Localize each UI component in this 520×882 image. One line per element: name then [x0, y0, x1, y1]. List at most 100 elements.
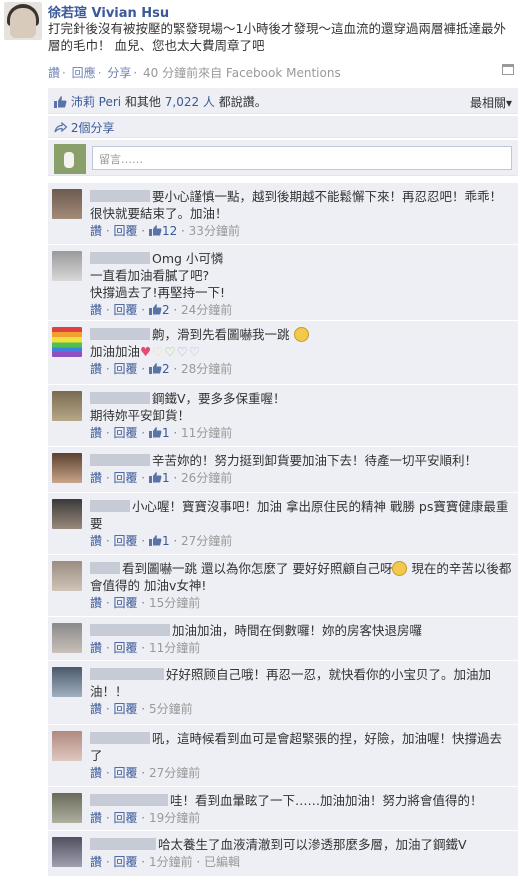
commenter-avatar[interactable]	[52, 453, 82, 483]
commenter-avatar[interactable]	[52, 561, 82, 591]
shares-count[interactable]: 2個分享	[71, 121, 115, 135]
commenter-name[interactable]	[90, 190, 150, 202]
comment-like-count[interactable]: 1	[162, 534, 170, 548]
comment-like-link[interactable]: 讚	[90, 534, 102, 548]
shares-row[interactable]: 2個分享	[48, 116, 518, 138]
commenter-name[interactable]	[90, 500, 130, 512]
likes-count[interactable]: 7,022 人	[165, 95, 215, 109]
comment-actions: 讚 · 回覆 · 1 · 11分鐘前	[90, 426, 233, 440]
comment-like-count[interactable]: 12	[162, 224, 177, 238]
liker-name[interactable]: 沛莉 Peri	[71, 95, 121, 109]
comment-actions: 讚 · 回覆 · 2 · 24分鐘前	[90, 303, 233, 317]
commenter-avatar[interactable]	[52, 189, 82, 219]
commenter-avatar[interactable]	[52, 793, 82, 823]
commenter-name[interactable]	[90, 328, 150, 340]
comment-like-link[interactable]: 讚	[90, 471, 102, 485]
comment-like-link[interactable]: 讚	[90, 426, 102, 440]
comment-like-link[interactable]: 讚	[90, 641, 102, 655]
commenter-name[interactable]	[90, 732, 150, 744]
comment-reply-link[interactable]: 回覆	[113, 426, 137, 440]
comment-timestamp: 19分鐘前	[148, 811, 201, 825]
comment-like-link[interactable]: 讚	[90, 766, 102, 780]
comment-input[interactable]: 留言……	[92, 146, 512, 170]
comment-timestamp: 1分鐘前	[148, 855, 193, 869]
commenter-avatar[interactable]	[52, 731, 82, 761]
comment-item: 吼，這時候看到血可是會超緊張的捏，好險，加油喔！快撐過去了 讚 · 回覆 · 2…	[48, 724, 518, 786]
comment-like-link[interactable]: 讚	[90, 855, 102, 869]
comment-reply-link[interactable]: 回覆	[113, 811, 137, 825]
comment-item: 哈太養生了血液清澈到可以滲透那麼多層，加油了鋼鐵V 讚 · 回覆 · 1分鐘前 …	[48, 830, 518, 876]
comment-actions: 讚 · 回覆 · 12 · 33分鐘前	[90, 224, 240, 238]
comment-like-link[interactable]: 讚	[90, 811, 102, 825]
like-thumb-icon	[54, 96, 67, 108]
share-arrow-icon	[54, 121, 68, 133]
commenter-avatar[interactable]	[52, 391, 82, 421]
comment-reply-link[interactable]: 回覆	[113, 362, 137, 376]
comment-actions: 讚 · 回覆 · 1 · 26分鐘前	[90, 471, 233, 485]
comment-reply-link[interactable]: 回覆	[113, 471, 137, 485]
post-menu-icon[interactable]	[502, 64, 514, 75]
thumb-icon	[148, 363, 162, 374]
comment-like-link[interactable]: 讚	[90, 303, 102, 317]
comment-actions: 讚 · 回覆 · 11分鐘前	[90, 641, 201, 655]
commenter-avatar[interactable]	[52, 837, 82, 867]
comment-timestamp: 28分鐘前	[181, 362, 233, 376]
comment-actions: 讚 · 回覆 · 1分鐘前 · 已編輯	[90, 855, 241, 869]
comment-like-link[interactable]: 讚	[90, 596, 102, 610]
comment-like-count[interactable]: 2	[162, 362, 170, 376]
comment-like-count[interactable]: 2	[162, 303, 170, 317]
comment-reply-link[interactable]: 回覆	[113, 596, 137, 610]
commenter-name[interactable]	[90, 392, 150, 404]
commenter-name[interactable]	[90, 562, 120, 574]
comment-timestamp: 11分鐘前	[148, 641, 201, 655]
comment-item: 加油加油，時間在倒數囉！妳的房客快退房囉 讚 · 回覆 · 11分鐘前	[48, 616, 518, 660]
commenter-name[interactable]	[90, 794, 168, 806]
edited-label[interactable]: 已編輯	[204, 855, 240, 869]
comment-reply-link[interactable]: 回覆	[113, 224, 137, 238]
comment-timestamp: 27分鐘前	[181, 534, 233, 548]
post-actions: 讚 · 回應 · 分享 · 40 分鐘前來自 Facebook Mentions	[48, 66, 341, 80]
commenter-avatar[interactable]	[52, 327, 82, 357]
commenter-avatar[interactable]	[52, 251, 82, 281]
commenter-name[interactable]	[90, 454, 150, 466]
likes-suffix: 都說讚。	[214, 95, 267, 109]
commenter-name[interactable]	[90, 668, 164, 680]
post-header: 徐若瑄 Vivian Hsu 打完針後沒有被按壓的緊發現場～1小時後才發現～這血…	[0, 0, 520, 56]
sort-dropdown[interactable]: 最相關▾	[470, 94, 512, 111]
comment-timestamp: 27分鐘前	[148, 766, 201, 780]
comment-like-link[interactable]: 讚	[90, 224, 102, 238]
comment-link[interactable]: 回應	[72, 66, 96, 80]
comment-reply-link[interactable]: 回覆	[113, 303, 137, 317]
comment-reply-link[interactable]: 回覆	[113, 855, 137, 869]
comment-actions: 讚 · 回覆 · 5分鐘前	[90, 702, 193, 716]
comment-reply-link[interactable]: 回覆	[113, 534, 137, 548]
comment-item: 要小心謹慎一點，越到後期越不能鬆懈下來！再忍忍吧！乖乖！很快就要結束了。加油！ …	[48, 182, 518, 244]
comment-like-link[interactable]: 讚	[90, 362, 102, 376]
commenter-name[interactable]	[90, 252, 150, 264]
comment-text: 加油加油，時間在倒數囉！妳的房客快退房囉	[172, 623, 423, 638]
commenter-avatar[interactable]	[52, 623, 82, 653]
comment-timestamp: 11分鐘前	[181, 426, 233, 440]
commenter-name[interactable]	[90, 838, 156, 850]
comment-like-count[interactable]: 1	[162, 471, 170, 485]
author-name[interactable]: 徐若瑄 Vivian Hsu	[48, 2, 169, 21]
commenter-name[interactable]	[90, 624, 170, 636]
comment-reply-link[interactable]: 回覆	[113, 641, 137, 655]
thumb-icon	[148, 225, 162, 236]
commenter-avatar[interactable]	[52, 499, 82, 529]
comment-text: 齁，滑到先看圖嚇我一跳	[152, 327, 290, 342]
comment-reply-link[interactable]: 回覆	[113, 702, 137, 716]
comment-like-link[interactable]: 讚	[90, 702, 102, 716]
comment-item: 哇！看到血暈眩了一下……加油加油！努力將會值得的！ 讚 · 回覆 · 19分鐘前	[48, 786, 518, 830]
comment-like-count[interactable]: 1	[162, 426, 170, 440]
share-link[interactable]: 分享	[107, 66, 131, 80]
thumb-icon	[148, 427, 162, 438]
thumb-icon	[148, 472, 162, 483]
like-link[interactable]: 讚	[48, 66, 60, 80]
author-avatar[interactable]	[4, 2, 42, 40]
comment-reply-link[interactable]: 回覆	[113, 766, 137, 780]
comment-timestamp: 33分鐘前	[188, 224, 240, 238]
post-timestamp: 40 分鐘前來自 Facebook Mentions	[143, 66, 341, 80]
comment-timestamp: 5分鐘前	[148, 702, 193, 716]
commenter-avatar[interactable]	[52, 667, 82, 697]
